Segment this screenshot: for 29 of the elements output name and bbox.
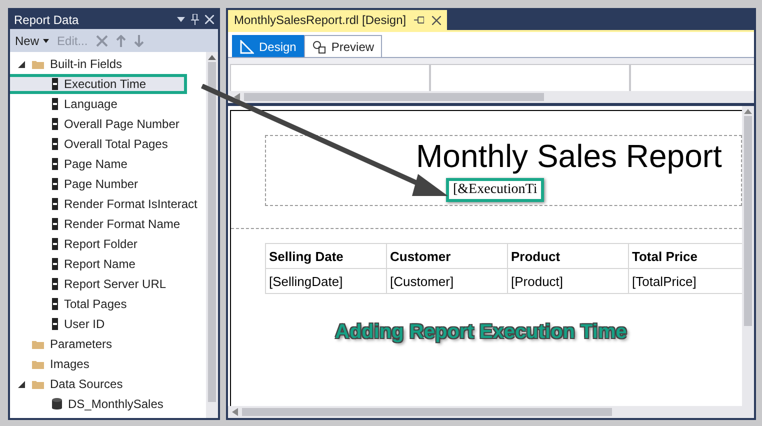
tree-item[interactable]: Overall Page Number xyxy=(64,117,180,131)
report-title[interactable]: Monthly Sales Report xyxy=(416,140,722,172)
tree-item[interactable]: Report Name xyxy=(64,257,136,271)
tree-item[interactable]: Page Name xyxy=(64,157,128,171)
tree-item[interactable]: Overall Total Pages xyxy=(64,137,168,151)
table-header-cell: Selling Date xyxy=(265,243,387,269)
tree-item[interactable]: DS_MonthlySales xyxy=(68,397,164,411)
tree-item[interactable]: Language xyxy=(64,97,118,111)
tree-item[interactable]: Data Sources xyxy=(50,377,123,391)
panel-title: Report Data xyxy=(14,12,79,26)
document-tab-title: MonthlySalesReport.rdl [Design] xyxy=(234,13,406,27)
caption-text: Adding Report Execution Time xyxy=(335,321,628,344)
document-tab[interactable]: MonthlySalesReport.rdl [Design] xyxy=(228,10,448,30)
new-button[interactable]: New xyxy=(15,34,50,48)
tree-item[interactable]: Execution Time xyxy=(10,77,184,91)
view-tab[interactable]: Preview xyxy=(304,35,382,57)
table-cell: [SellingDate] xyxy=(265,268,387,294)
tree-item[interactable]: Built-in Fields xyxy=(50,57,122,71)
tree-item[interactable]: User ID xyxy=(64,317,105,331)
view-tab[interactable]: Design xyxy=(232,35,304,57)
tree-item[interactable]: Total Pages xyxy=(64,297,127,311)
tree-item[interactable]: Parameters xyxy=(50,337,112,351)
tree-item[interactable]: Page Number xyxy=(64,177,138,191)
tree-item[interactable]: Report Server URL xyxy=(64,277,166,291)
tree-item[interactable]: Render Format IsInteract xyxy=(64,197,198,211)
expression-textbox[interactable]: [&ExecutionTi xyxy=(446,178,544,202)
tree-item[interactable]: Report Folder xyxy=(64,237,138,251)
tree-item[interactable]: Render Format Name xyxy=(64,217,180,231)
tree-item[interactable]: Images xyxy=(50,357,90,371)
